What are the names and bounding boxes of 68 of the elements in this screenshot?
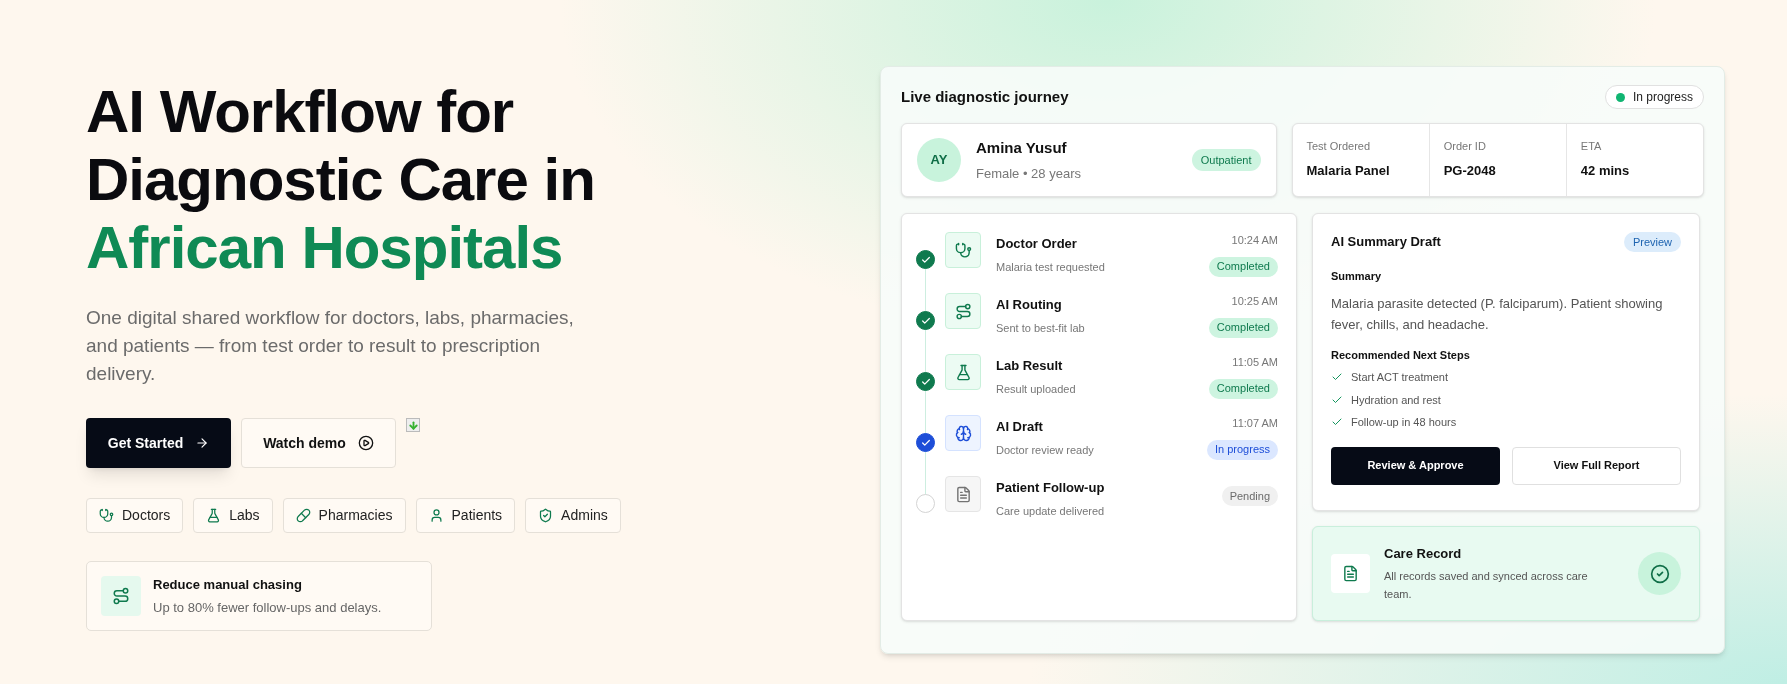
play-icon [357,435,374,451]
step-status-badge: Completed [1208,256,1278,277]
step-title: Doctor Order [996,235,1078,253]
summary-label: Summary [1331,269,1383,284]
step-status-badge: Pending [1221,486,1278,506]
hero-description: One digital shared workflow for doctors, labs, pharmacies, and patients — from test order to result to prescription delivery. [86,306,575,386]
step-status-badge: Completed [1208,317,1278,338]
view-report-button[interactable]: View Full Report [1512,446,1681,485]
journey-title: Live diagnostic journey [901,86,1069,107]
summary-title: AI Summary Draft [1331,233,1441,252]
step-title: Lab Result [996,357,1064,375]
person-icon [428,508,444,523]
highlight-title: Reduce manual chasing [153,575,303,594]
step-title: AI Draft [996,418,1044,436]
route-icon [945,293,981,329]
brain-icon [945,415,981,451]
step-subtitle: Sent to best-fit lab [996,320,1086,336]
next-step-item: Follow-up in 48 hours [1351,415,1457,430]
flask-icon [945,354,981,390]
step-status-badge: Completed [1208,378,1278,399]
info-label: Order ID [1443,139,1487,154]
role-chip[interactable]: Labs [193,498,273,533]
avatar: AY [917,138,961,182]
step-time: 10:25 AM [1231,294,1278,309]
patient-name: Amina Yusuf [976,138,1068,158]
step-time: 11:05 AM [1232,355,1278,370]
step-title: Patient Follow-up [996,479,1106,497]
step-title: AI Routing [996,296,1063,314]
shield-check-icon [538,508,554,523]
care-record-text: All records saved and synced across care team. [1384,569,1589,603]
review-approve-button[interactable]: Review & Approve [1331,446,1500,485]
route-icon [101,576,141,616]
next-step-item: Hydration and rest [1351,392,1441,408]
info-label: Test Ordered [1306,139,1372,154]
watch-demo-button[interactable]: Watch demo [241,418,396,468]
role-chip[interactable]: Pharmacies [282,498,406,533]
care-record-title: Care Record [1384,544,1463,563]
role-chip[interactable]: Admins [525,498,621,533]
preview-badge: Preview [1623,232,1681,252]
step-subtitle: Result uploaded [996,381,1077,397]
info-value: Malaria Panel [1306,161,1391,180]
step-subtitle: Doctor review ready [996,442,1095,458]
stethoscope-icon [945,232,981,268]
highlight-text: Up to 80% fewer follow-ups and delays. [153,599,382,617]
step-time: 11:07 AM [1232,416,1278,431]
step-status-badge: In progress [1206,439,1278,460]
hero-title: AI Workflow for Diagnostic Care in African Hospitals [86,78,596,282]
info-label: ETA [1580,139,1603,154]
next-step-item: Start ACT treatment [1351,370,1448,385]
status-pill: In progress [1604,85,1704,109]
pill-icon [295,508,311,523]
step-time: 10:24 AM [1231,233,1278,248]
get-started-button[interactable]: Get Started [86,418,231,468]
arrow-right-icon [195,436,210,450]
document-icon [945,476,981,512]
outpatient-badge: Outpatient [1191,149,1261,171]
step-subtitle: Malaria test requested [996,259,1106,275]
step-subtitle: Care update delivered [996,503,1106,519]
stethoscope-icon [99,508,114,523]
info-value: PG-2048 [1443,161,1497,180]
patient-details: Female • 28 years [976,164,1082,183]
summary-text: Malaria parasite detected (P. falciparum). Patient showing fever, chills, and headache. [1331,294,1664,334]
flask-icon [206,508,222,523]
next-steps-label: Recommended Next Steps [1331,347,1471,363]
info-value: 42 mins [1580,161,1631,180]
role-chip[interactable]: Patients [415,498,516,533]
role-chip[interactable]: Doctors [86,498,184,533]
document-icon [1331,554,1370,593]
